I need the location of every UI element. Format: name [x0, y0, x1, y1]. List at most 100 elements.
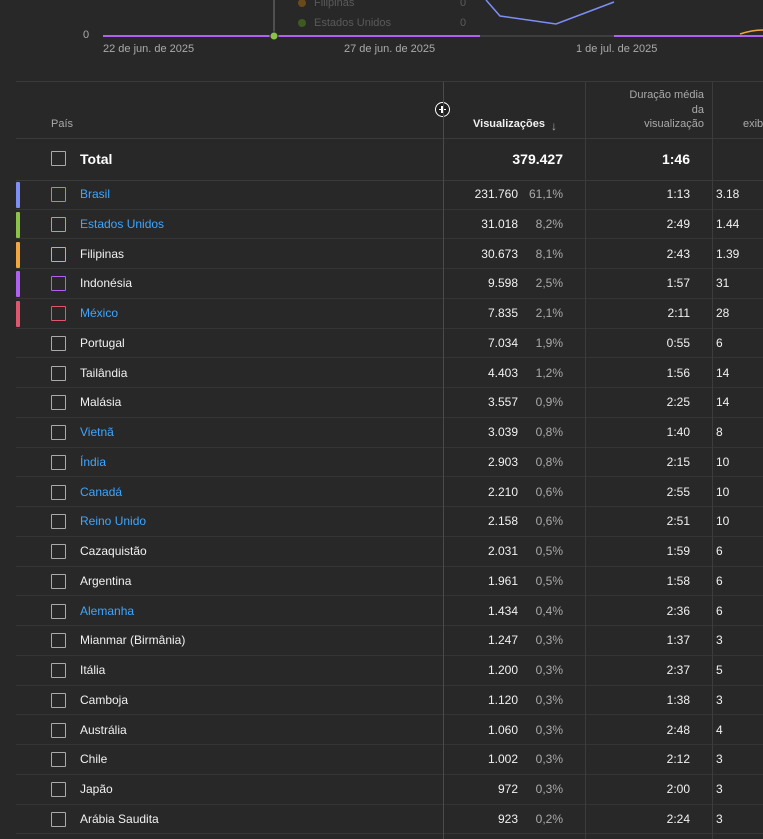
views-percent: 0,6% [535, 484, 563, 499]
country-name[interactable]: Índia [80, 455, 106, 469]
avg-duration-value: 1:56 [666, 365, 690, 380]
table-row[interactable]: Indonésia 9.598 2,5% 1:57 31 [16, 269, 763, 299]
table-row[interactable]: México 7.835 2,1% 2:11 28 [16, 299, 763, 329]
table-row[interactable]: Arábia Saudita 923 0,2% 2:24 3 [16, 805, 763, 835]
chart-hover-marker [269, 31, 279, 41]
column-header-country[interactable]: País [51, 118, 73, 130]
table-row[interactable]: Itália 1.200 0,3% 2:37 5 [16, 656, 763, 686]
row-checkbox[interactable] [51, 722, 66, 738]
views-value: 9.598 [487, 276, 518, 291]
avg-duration-value: 2:37 [666, 663, 690, 677]
row-checkbox[interactable] [51, 514, 66, 530]
country-name[interactable]: Brasil [80, 187, 110, 201]
views-percent: 8,2% [535, 216, 563, 231]
views-percent: 0,3% [535, 782, 563, 796]
x-tick-label: 22 de jun. de 2025 [103, 43, 195, 55]
views-percent: 0,9% [535, 395, 563, 410]
row-checkbox[interactable] [51, 633, 66, 649]
views-value: 1.060 [487, 722, 518, 737]
column-header-avg-duration[interactable]: Duração média da visualização [604, 88, 704, 132]
views-percent: 0,4% [535, 603, 563, 618]
chart-series-line-brasil [485, 0, 615, 25]
row-checkbox[interactable] [51, 782, 66, 797]
avg-duration-value: 1:58 [666, 573, 690, 588]
row-checkbox[interactable] [51, 603, 66, 619]
table-row[interactable]: Camboja 1.120 0,3% 1:38 3 [16, 686, 763, 716]
table-row[interactable]: Reino Unido 2.158 0,6% 2:51 10 [16, 507, 763, 537]
country-name: Indonésia [80, 276, 133, 291]
row-checkbox[interactable] [51, 544, 66, 559]
country-name[interactable]: Alemanha [80, 604, 134, 618]
country-name[interactable]: México [80, 306, 118, 320]
table-row[interactable]: Brasil 231.760 61,1% 1:13 3.18 [16, 180, 763, 210]
country-name[interactable]: Estados Unidos [80, 217, 164, 231]
avg-duration-value: 2:11 [667, 306, 690, 320]
table-row[interactable]: Tailândia 4.403 1,2% 1:56 14 [16, 359, 763, 389]
country-name[interactable]: Reino Unido [80, 514, 146, 528]
watch-time-value: 8 [716, 425, 723, 439]
table-row[interactable]: Filipinas 30.673 8,1% 2:43 1.39 [16, 240, 763, 270]
table-row[interactable]: Argentina 1.961 0,5% 1:58 6 [16, 567, 763, 597]
column-divider [712, 82, 713, 839]
table-row[interactable]: Índia 2.903 0,8% 2:15 10 [16, 448, 763, 478]
row-checkbox[interactable] [51, 752, 66, 768]
country-name: Itália [80, 663, 106, 677]
table-row[interactable]: Mianmar (Birmânia) 1.247 0,3% 1:37 3 [16, 626, 763, 656]
table-row[interactable]: Malásia 3.557 0,9% 2:25 14 [16, 388, 763, 418]
column-header-line: Duração média [629, 89, 704, 101]
sort-descending-icon[interactable]: ↓ [551, 119, 557, 133]
table-row[interactable]: Alemanha 1.434 0,4% 2:36 6 [16, 597, 763, 627]
column-header-line: da [691, 103, 704, 116]
total-checkbox[interactable] [51, 151, 66, 166]
table-row[interactable]: Japão 972 0,3% 2:00 3 [16, 775, 763, 805]
table-row[interactable]: Austrália 1.060 0,3% 2:48 4 [16, 716, 763, 746]
tooltip-row: Estados Unidos 0 [298, 17, 466, 29]
table-row[interactable]: Estados Unidos 31.018 8,2% 2:49 1.44 [16, 210, 763, 240]
avg-duration-value: 2:15 [666, 454, 690, 469]
column-header-views[interactable]: Visualizações [473, 118, 545, 130]
row-checkbox[interactable] [51, 663, 66, 678]
views-percent: 0,3% [535, 722, 563, 737]
row-checkbox[interactable] [51, 811, 66, 827]
watch-time-value: 3 [716, 811, 723, 826]
table-row[interactable]: Chile 1.002 0,3% 2:12 3 [16, 745, 763, 775]
views-percent: 1,9% [535, 335, 563, 350]
row-checkbox[interactable] [51, 246, 66, 262]
views-percent: 0,3% [535, 633, 563, 648]
table-row[interactable]: Portugal 7.034 1,9% 0:55 6 [16, 329, 763, 359]
avg-duration-value: 2:36 [666, 603, 690, 618]
views-percent: 0,8% [535, 454, 563, 469]
column-header-watch-time[interactable]: exib [743, 118, 763, 130]
row-checkbox[interactable] [51, 365, 66, 381]
series-color-bar [16, 241, 20, 268]
row-checkbox[interactable] [51, 306, 66, 321]
views-value: 2.210 [487, 484, 518, 499]
views-percent: 61,1% [528, 187, 563, 201]
country-name[interactable]: Vietnã [80, 425, 114, 439]
views-percent: 0,5% [535, 573, 563, 588]
x-tick-label: 1 de jul. de 2025 [576, 43, 658, 55]
row-checkbox[interactable] [51, 573, 66, 589]
row-checkbox[interactable] [51, 335, 66, 351]
table-row[interactable]: Cazaquistão 2.031 0,5% 1:59 6 [16, 537, 763, 567]
legend-dot [298, 0, 306, 8]
row-checkbox[interactable] [51, 692, 66, 708]
row-checkbox[interactable] [51, 276, 66, 292]
country-name: Japão [80, 782, 113, 796]
row-checkbox[interactable] [51, 187, 66, 202]
avg-duration-value: 1:57 [666, 276, 690, 291]
row-checkbox[interactable] [51, 454, 66, 470]
row-checkbox[interactable] [51, 425, 66, 440]
column-divider [443, 82, 444, 839]
table-row[interactable]: Canadá 2.210 0,6% 2:55 10 [16, 478, 763, 508]
avg-duration-value: 2:25 [666, 395, 690, 410]
table-row[interactable]: Vietnã 3.039 0,8% 1:40 8 [16, 418, 763, 448]
country-name[interactable]: Canadá [80, 485, 122, 499]
avg-duration-value: 2:49 [666, 216, 690, 231]
row-checkbox[interactable] [51, 484, 66, 500]
row-checkbox[interactable] [51, 395, 66, 411]
watch-time-value: 6 [716, 544, 723, 558]
row-checkbox[interactable] [51, 216, 66, 232]
watch-time-value: 3 [716, 633, 723, 648]
series-color-bar [16, 211, 20, 238]
